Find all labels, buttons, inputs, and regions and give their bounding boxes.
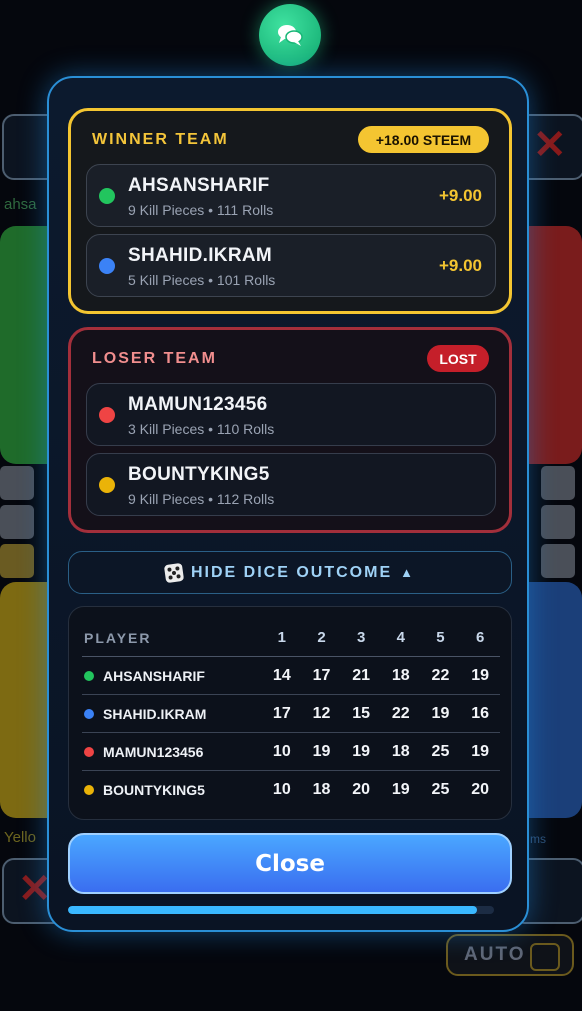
- player-color-dot: [99, 258, 115, 274]
- auto-label: AUTO: [464, 944, 526, 965]
- table-cell: 17: [301, 656, 342, 695]
- column-header: 6: [460, 619, 500, 657]
- table-cell: 15: [341, 694, 381, 733]
- column-header: 4: [380, 619, 421, 657]
- table-cell: 12: [301, 694, 342, 733]
- player-color-dot: [84, 784, 94, 795]
- player-name: BOUNTYKING5: [128, 464, 270, 485]
- table-cell: 10: [272, 780, 291, 798]
- table-row: MAMUN123456 10 19 19 18 25 19: [82, 732, 500, 771]
- table-cell: 20: [352, 780, 371, 798]
- player-name: SHAHID.IKRAM: [103, 705, 207, 722]
- table-row: AHSANSHARIF 14 17 21 18 22 19: [82, 656, 500, 695]
- close-button[interactable]: Close: [68, 833, 512, 894]
- bg-player-name: Yello: [4, 829, 36, 846]
- bg-player-name: ms: [530, 832, 546, 846]
- table-cell: 19: [460, 732, 500, 771]
- winner-player-row: AHSANSHARIF 9 Kill Pieces • 111 Rolls +9…: [86, 164, 496, 227]
- table-cell: 19: [391, 780, 410, 798]
- column-header: 2: [301, 619, 342, 657]
- player-name: MAMUN123456: [103, 743, 204, 760]
- player-stats: 3 Kill Pieces • 110 Rolls: [128, 421, 275, 437]
- table-row: SHAHID.IKRAM 17 12 15 22 19 16: [82, 694, 500, 733]
- board-cell: [0, 544, 34, 578]
- chevron-up-icon: ▲: [400, 565, 415, 580]
- table-cell: 18: [380, 732, 421, 771]
- player-color-dot: [99, 407, 115, 423]
- table-cell: 22: [420, 656, 461, 695]
- column-header: 5: [420, 619, 461, 657]
- chat-button[interactable]: [259, 4, 321, 66]
- winnings-badge: +18.00 STEEM: [358, 126, 489, 153]
- board-cell: [541, 544, 575, 578]
- loser-player-row: MAMUN123456 3 Kill Pieces • 110 Rolls: [86, 383, 496, 446]
- player-score: +9.00: [438, 186, 482, 205]
- player-color-dot: [84, 746, 94, 757]
- table-cell: 21: [341, 656, 381, 695]
- board-cell: [0, 505, 34, 539]
- table-cell: 14: [262, 656, 302, 695]
- dice-icon: [163, 562, 185, 583]
- auto-toggle-box[interactable]: [530, 943, 560, 971]
- table-cell: 19: [460, 656, 500, 695]
- loser-team-title: LOSER TEAM: [92, 350, 217, 367]
- table-cell: 25: [431, 780, 450, 798]
- lost-badge: LOST: [427, 345, 489, 372]
- player-color-dot: [84, 708, 94, 719]
- player-stats: 9 Kill Pieces • 111 Rolls: [128, 202, 274, 218]
- table-cell: 19: [341, 732, 381, 771]
- bg-player-name: ahsa: [4, 196, 37, 213]
- player-cell: SHAHID.IKRAM: [82, 694, 262, 733]
- player-name: AHSANSHARIF: [103, 667, 205, 684]
- auto-close-progress-bar: [68, 906, 494, 914]
- player-name: MAMUN123456: [128, 394, 268, 415]
- table-cell: 10: [262, 732, 302, 771]
- loser-player-row: BOUNTYKING5 9 Kill Pieces • 112 Rolls: [86, 453, 496, 516]
- player-cell: MAMUN123456: [82, 732, 262, 771]
- column-header: PLAYER: [82, 619, 262, 657]
- auto-play-button[interactable]: AUTO: [446, 934, 574, 976]
- chat-bubbles-icon: [278, 25, 303, 46]
- player-name: SHAHID.IKRAM: [128, 245, 272, 266]
- progress-fill: [68, 906, 477, 914]
- player-stats: 5 Kill Pieces • 101 Rolls: [128, 272, 276, 288]
- column-header: 3: [341, 619, 381, 657]
- player-score: +9.00: [438, 256, 482, 275]
- board-cell: [0, 466, 34, 500]
- table-cell: 19: [420, 694, 461, 733]
- column-header: 1: [262, 619, 302, 657]
- player-name: BOUNTYKING5: [103, 781, 205, 798]
- dice-outcome-table: PLAYER 1 2 3 4 5 6 AHSANSHARIF 14 17 21 …: [82, 619, 500, 808]
- player-color-dot: [99, 188, 115, 204]
- player-cell: BOUNTYKING5: [82, 771, 262, 809]
- table-cell: 18: [312, 780, 331, 798]
- table-cell: 16: [460, 694, 500, 733]
- board-cell: [541, 466, 575, 500]
- table-header-row: PLAYER 1 2 3 4 5 6: [82, 619, 500, 657]
- player-color-dot: [99, 477, 115, 493]
- board-cell: [541, 505, 575, 539]
- dice-outcome-table-card: PLAYER 1 2 3 4 5 6 AHSANSHARIF 14 17 21 …: [68, 606, 512, 820]
- table-cell: 19: [301, 732, 342, 771]
- eliminated-x-icon: ✕: [533, 123, 567, 167]
- player-cell: AHSANSHARIF: [82, 656, 262, 695]
- table-cell: 17: [262, 694, 302, 733]
- player-color-dot: [84, 670, 94, 681]
- table-cell: 22: [380, 694, 421, 733]
- hide-dice-outcome-label: HIDE DICE OUTCOME: [191, 563, 393, 581]
- winner-team-card: WINNER TEAM +18.00 STEEM AHSANSHARIF 9 K…: [68, 108, 512, 314]
- table-cell: 18: [380, 656, 421, 695]
- table-cell: 20: [471, 780, 490, 798]
- winner-player-row: SHAHID.IKRAM 5 Kill Pieces • 101 Rolls +…: [86, 234, 496, 297]
- loser-team-card: LOSER TEAM LOST MAMUN123456 3 Kill Piece…: [68, 327, 512, 533]
- table-row: BOUNTYKING5 10 18 20 19 25 20: [82, 771, 500, 809]
- player-name: AHSANSHARIF: [128, 175, 270, 196]
- game-result-modal: WINNER TEAM +18.00 STEEM AHSANSHARIF 9 K…: [47, 76, 529, 932]
- player-stats: 9 Kill Pieces • 112 Rolls: [128, 491, 275, 507]
- hide-dice-outcome-button[interactable]: HIDE DICE OUTCOME ▲: [68, 551, 512, 594]
- table-cell: 25: [420, 732, 461, 771]
- winner-team-title: WINNER TEAM: [92, 131, 229, 148]
